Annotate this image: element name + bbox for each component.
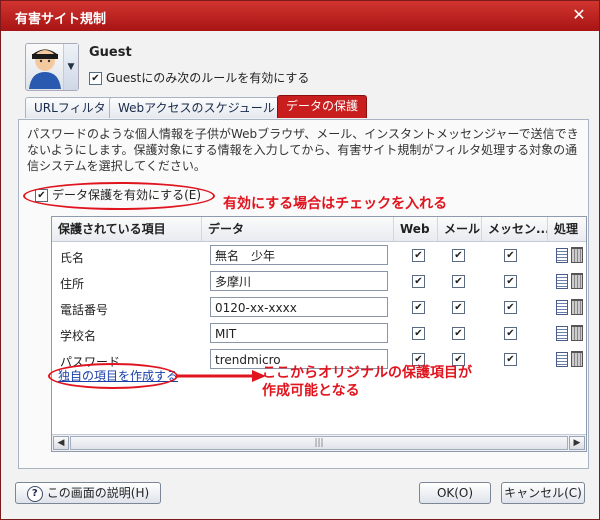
- enable-annotation: 有効にする場合はチェックを入れる: [223, 196, 448, 212]
- row-value-input[interactable]: MIT: [210, 323, 388, 343]
- web-checkbox[interactable]: ✔: [412, 301, 425, 314]
- trash-icon[interactable]: [571, 351, 583, 367]
- row-actions: [556, 351, 583, 367]
- guest-only-checkbox[interactable]: ✔ Guestにのみ次のルールを有効にする: [89, 69, 309, 86]
- table-row: 住所 多摩川 ✔ ✔ ✔: [52, 271, 583, 296]
- avatar: [29, 49, 61, 89]
- tab-url-filter[interactable]: URLフィルタ: [25, 97, 115, 118]
- scroll-right-icon[interactable]: ▶: [569, 436, 585, 450]
- trash-icon[interactable]: [571, 325, 583, 341]
- edit-icon[interactable]: [556, 273, 568, 289]
- web-checkbox[interactable]: ✔: [412, 275, 425, 288]
- row-actions: [556, 325, 583, 341]
- row-value-input[interactable]: 無名 少年: [210, 245, 388, 265]
- arrow-right-icon: [176, 370, 266, 382]
- mail-checkbox[interactable]: ✔: [452, 275, 465, 288]
- mail-checkbox[interactable]: ✔: [452, 301, 465, 314]
- column-header-action[interactable]: 処理: [548, 217, 586, 241]
- help-icon: ?: [26, 485, 43, 502]
- trash-icon[interactable]: [571, 273, 583, 289]
- help-button[interactable]: ? この画面の説明(H): [15, 482, 161, 504]
- guest-only-label: Guestにのみ次のルールを有効にする: [106, 71, 310, 85]
- panel-description: パスワードのような個人情報を子供がWebブラウザ、メール、インスタントメッセンジ…: [27, 127, 579, 173]
- checkbox[interactable]: ✔: [89, 72, 102, 85]
- row-label: 電話番号: [60, 303, 109, 317]
- row-label: 学校名: [60, 329, 97, 343]
- row-label: 住所: [60, 277, 85, 291]
- mail-checkbox[interactable]: ✔: [452, 249, 465, 262]
- messenger-checkbox[interactable]: ✔: [504, 275, 517, 288]
- column-header-item[interactable]: 保護されている項目: [52, 217, 202, 241]
- column-header-web[interactable]: Web: [394, 217, 438, 241]
- column-header-messenger[interactable]: メッセン...: [482, 217, 548, 241]
- table-row: 学校名 MIT ✔ ✔ ✔: [52, 323, 583, 348]
- cancel-button[interactable]: キャンセル(C): [501, 482, 585, 504]
- trash-icon[interactable]: [571, 247, 583, 263]
- data-protection-panel: パスワードのような個人情報を子供がWebブラウザ、メール、インスタントメッセンジ…: [18, 119, 589, 469]
- table-row: 電話番号 0120-xx-xxxx ✔ ✔ ✔: [52, 297, 583, 322]
- row-actions: [556, 273, 583, 289]
- window-title: 有害サイト規制: [15, 12, 107, 27]
- add-item-annotation-line1: ここからオリジナルの保護項目が: [262, 365, 472, 381]
- row-label: 氏名: [60, 251, 85, 265]
- edit-icon[interactable]: [556, 351, 568, 367]
- scroll-thumb[interactable]: |||: [70, 436, 568, 450]
- mail-checkbox[interactable]: ✔: [452, 327, 465, 340]
- row-value-input[interactable]: 0120-xx-xxxx: [210, 297, 388, 317]
- ok-button[interactable]: OK(O): [419, 482, 491, 504]
- tab-data-protection[interactable]: データの保護: [277, 95, 368, 118]
- row-value-input[interactable]: 多摩川: [210, 271, 388, 291]
- edit-icon[interactable]: [556, 299, 568, 315]
- tab-web-schedule[interactable]: Webアクセスのスケジュール: [109, 97, 284, 118]
- messenger-checkbox[interactable]: ✔: [504, 249, 517, 262]
- messenger-checkbox[interactable]: ✔: [504, 301, 517, 314]
- column-header-data[interactable]: データ: [202, 217, 394, 241]
- dialog-window: 有害サイト規制 ✕ ▼ Guest ✔ Guestにのみ次のルールを有効にする U…: [0, 0, 600, 520]
- messenger-checkbox[interactable]: ✔: [504, 353, 517, 366]
- protected-items-table: 保護されている項目 データ Web メール メッセン... 処理 氏名 無名 少…: [48, 216, 587, 452]
- trash-icon[interactable]: [571, 299, 583, 315]
- horizontal-scrollbar[interactable]: ◀ ||| ▶: [52, 434, 586, 451]
- column-header-mail[interactable]: メール: [438, 217, 482, 241]
- row-actions: [556, 247, 583, 263]
- scroll-left-icon[interactable]: ◀: [53, 436, 69, 450]
- chevron-down-icon[interactable]: ▼: [63, 44, 78, 90]
- close-icon[interactable]: ✕: [569, 5, 589, 25]
- title-bar[interactable]: 有害サイト規制 ✕: [1, 1, 599, 31]
- web-checkbox[interactable]: ✔: [412, 327, 425, 340]
- table-row: 氏名 無名 少年 ✔ ✔ ✔: [52, 245, 583, 270]
- add-item-annotation-line2: 作成可能となる: [262, 383, 360, 399]
- add-item-annotation: ここからオリジナルの保護項目が 作成可能となる: [262, 364, 472, 400]
- user-picker[interactable]: ▼: [25, 43, 79, 91]
- table-header: 保護されている項目 データ Web メール メッセン... 処理: [52, 217, 586, 242]
- user-name: Guest: [89, 45, 132, 60]
- row-actions: [556, 299, 583, 315]
- web-checkbox[interactable]: ✔: [412, 249, 425, 262]
- messenger-checkbox[interactable]: ✔: [504, 327, 517, 340]
- help-button-label: この画面の説明(H): [46, 486, 150, 500]
- highlight-ellipse: [23, 182, 215, 210]
- edit-icon[interactable]: [556, 325, 568, 341]
- edit-icon[interactable]: [556, 247, 568, 263]
- highlight-ellipse: [48, 363, 178, 389]
